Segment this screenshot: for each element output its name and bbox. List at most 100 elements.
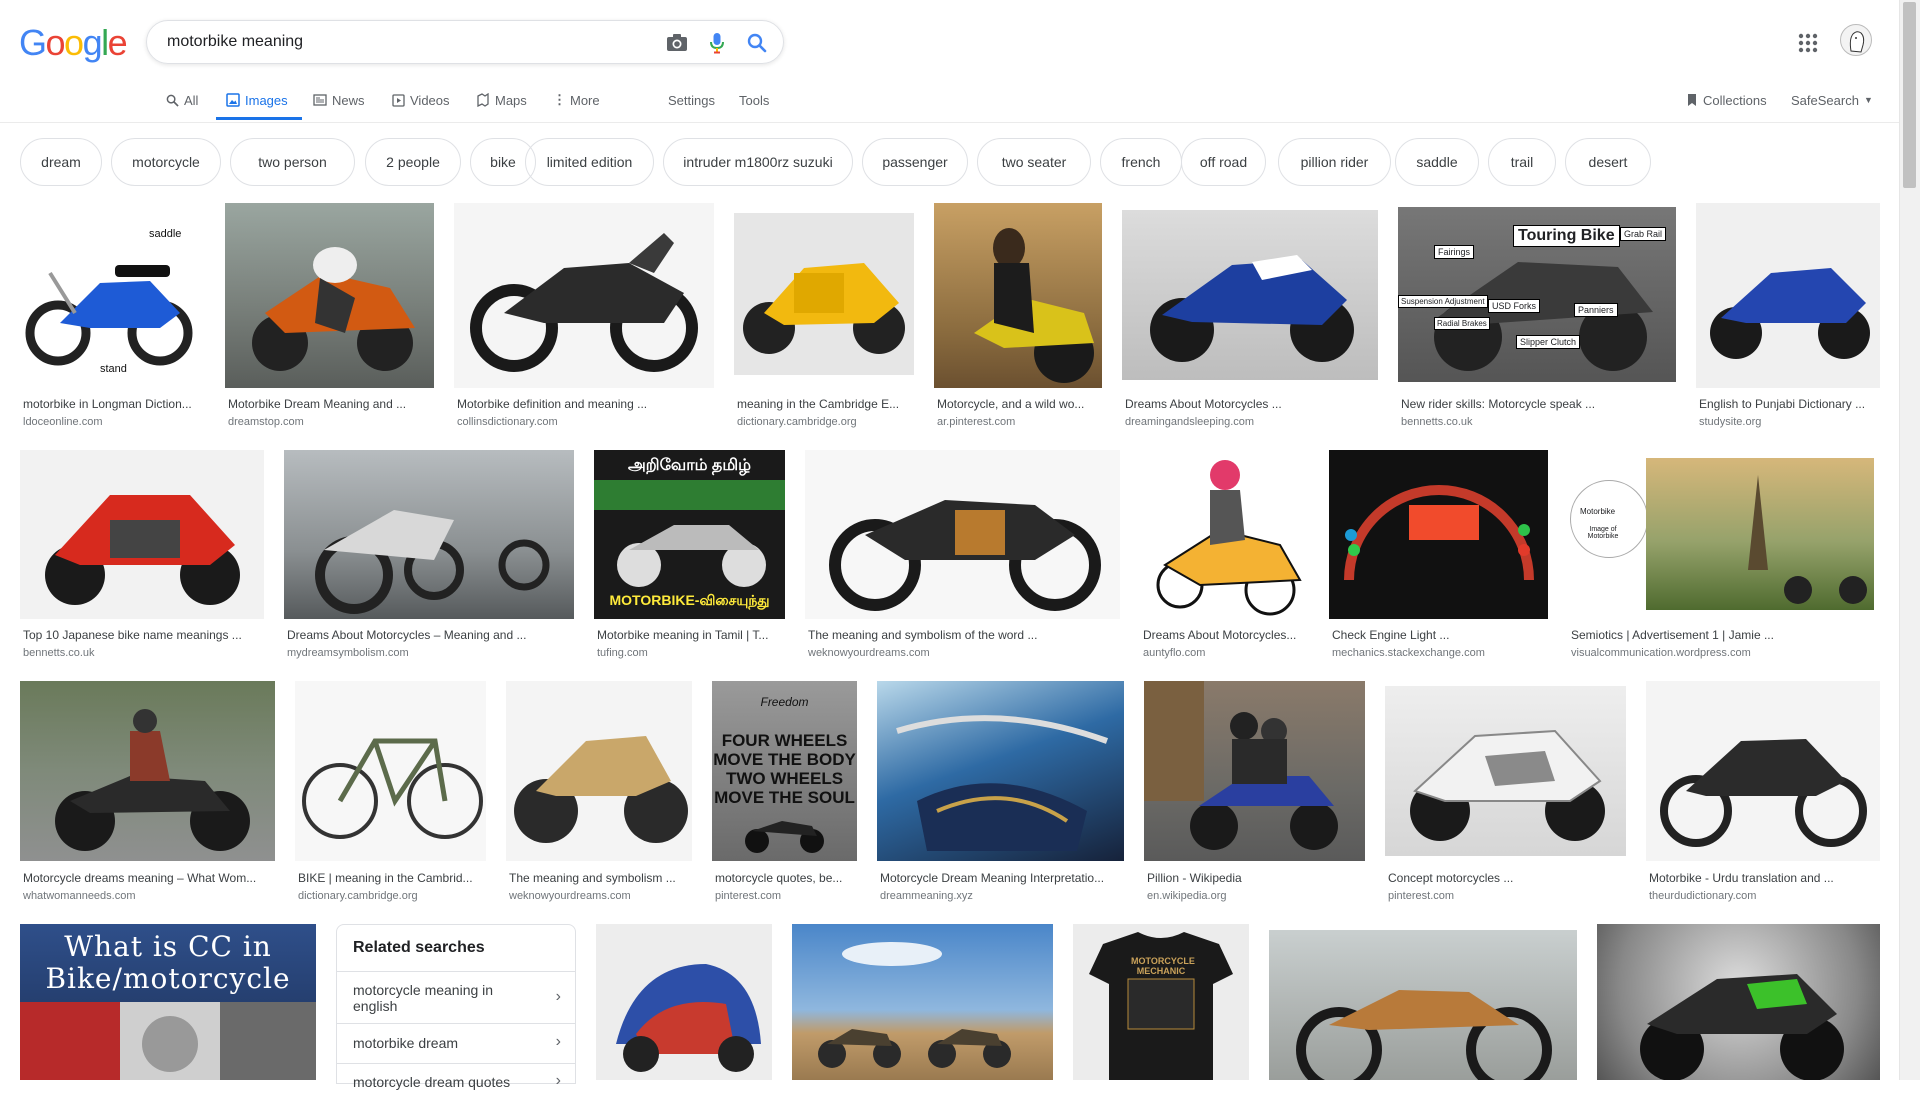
- result-source[interactable]: weknowyourdreams.com: [509, 890, 631, 902]
- result-image-motorcycle-closeup[interactable]: [877, 681, 1124, 861]
- result-image-cartoon-rider[interactable]: [1140, 450, 1309, 619]
- result-image-scrambler[interactable]: [506, 681, 692, 861]
- result-image-tamil-motorbike[interactable]: அறிவோம் தமிழ் MOTORBIKE-விசையுந்து: [594, 450, 785, 619]
- result-image-what-is-cc[interactable]: What is CC in Bike/motorcycle: [20, 924, 316, 1080]
- result-title[interactable]: The meaning and symbolism of the word ..…: [808, 628, 1118, 642]
- result-image-concept-motorcycle[interactable]: [1385, 686, 1626, 856]
- result-image-blue-bike-studio[interactable]: [1696, 203, 1880, 388]
- result-source[interactable]: auntyflo.com: [1143, 647, 1205, 659]
- microphone-icon[interactable]: [705, 31, 729, 55]
- tab-images[interactable]: Images: [226, 90, 288, 110]
- settings-link[interactable]: Settings: [668, 90, 715, 110]
- result-source[interactable]: ldoceonline.com: [23, 416, 103, 428]
- result-title[interactable]: Motorbike - Urdu translation and ...: [1649, 871, 1881, 885]
- result-title[interactable]: Semiotics | Advertisement 1 | Jamie ...: [1571, 628, 1876, 642]
- result-source[interactable]: studysite.org: [1699, 416, 1761, 428]
- related-search-item[interactable]: motorcycle dream quotes ›: [337, 1063, 575, 1104]
- scrollbar[interactable]: [1899, 0, 1920, 1080]
- chip[interactable]: trail: [1488, 138, 1556, 186]
- result-title[interactable]: Motorcycle dreams meaning – What Wom...: [23, 871, 273, 885]
- chip[interactable]: desert: [1565, 138, 1651, 186]
- result-source[interactable]: theurdudictionary.com: [1649, 890, 1756, 902]
- result-source[interactable]: tufing.com: [597, 647, 648, 659]
- result-image-bicycle[interactable]: [295, 681, 486, 861]
- result-title[interactable]: Dreams About Motorcycles – Meaning and .…: [287, 628, 572, 642]
- result-title[interactable]: Motorbike Dream Meaning and ...: [228, 397, 433, 411]
- result-title[interactable]: Top 10 Japanese bike name meanings ...: [23, 628, 263, 642]
- result-source[interactable]: weknowyourdreams.com: [808, 647, 930, 659]
- search-icon[interactable]: [745, 31, 769, 55]
- result-title[interactable]: Motorcycle, and a wild wo...: [937, 397, 1099, 411]
- result-title[interactable]: Concept motorcycles ...: [1388, 871, 1626, 885]
- result-source[interactable]: en.wikipedia.org: [1147, 890, 1227, 902]
- result-image-touring-bike-diagram[interactable]: Touring Bike Grab Rail Fairings Suspensi…: [1398, 207, 1676, 382]
- safesearch-dropdown[interactable]: SafeSearch ▼: [1791, 90, 1873, 110]
- result-source[interactable]: dreamstop.com: [228, 416, 304, 428]
- result-image-racing-bike[interactable]: [225, 203, 434, 388]
- result-source[interactable]: collinsdictionary.com: [457, 416, 558, 428]
- result-title[interactable]: Check Engine Light ...: [1332, 628, 1547, 642]
- result-image-dashboard[interactable]: [1329, 450, 1548, 619]
- result-source[interactable]: pinterest.com: [1388, 890, 1454, 902]
- result-image-red-japanese-bike[interactable]: [20, 450, 264, 619]
- chip[interactable]: pillion rider: [1278, 138, 1391, 186]
- result-image-bike-cover[interactable]: [596, 924, 772, 1080]
- tools-link[interactable]: Tools: [739, 90, 769, 110]
- chip[interactable]: saddle: [1395, 138, 1479, 186]
- chip[interactable]: two seater: [977, 138, 1091, 186]
- chip[interactable]: limited edition: [525, 138, 654, 186]
- result-title[interactable]: New rider skills: Motorcycle speak ...: [1401, 397, 1671, 411]
- result-title[interactable]: Motorcycle Dream Meaning Interpretatio..…: [880, 871, 1122, 885]
- related-search-item[interactable]: motorcycle meaning in english ›: [337, 971, 575, 1024]
- result-source[interactable]: bennetts.co.uk: [23, 647, 95, 659]
- result-source[interactable]: mechanics.stackexchange.com: [1332, 647, 1485, 659]
- camera-icon[interactable]: [665, 31, 689, 55]
- result-image-mechanic-tshirt[interactable]: MOTORCYCLE MECHANIC: [1073, 924, 1249, 1080]
- tab-more[interactable]: ⋮ More: [553, 90, 600, 110]
- result-title[interactable]: meaning in the Cambridge E...: [737, 397, 912, 411]
- chip[interactable]: passenger: [862, 138, 968, 186]
- result-image-blue-bmw[interactable]: [1122, 210, 1378, 380]
- result-title[interactable]: Motorbike definition and meaning ...: [457, 397, 712, 411]
- result-title[interactable]: Pillion - Wikipedia: [1147, 871, 1365, 885]
- result-image-custom-black-bike[interactable]: [805, 450, 1120, 619]
- result-title[interactable]: motorbike in Longman Diction...: [23, 397, 203, 411]
- result-image-rider-motorcycle[interactable]: [20, 681, 275, 861]
- result-title[interactable]: Motorbike meaning in Tamil | T...: [597, 628, 783, 642]
- result-source[interactable]: ar.pinterest.com: [937, 416, 1015, 428]
- chip[interactable]: dream: [20, 138, 102, 186]
- tab-all[interactable]: All: [166, 90, 198, 110]
- chip[interactable]: off road: [1181, 138, 1266, 186]
- chip[interactable]: french: [1100, 138, 1182, 186]
- tab-news[interactable]: News: [313, 90, 365, 110]
- account-avatar[interactable]: [1840, 24, 1872, 56]
- result-title[interactable]: Dreams About Motorcycles...: [1143, 628, 1308, 642]
- related-search-item[interactable]: motorbike dream ›: [337, 1023, 575, 1064]
- result-title[interactable]: motorcycle quotes, be...: [715, 871, 857, 885]
- result-source[interactable]: dreamingandsleeping.com: [1125, 416, 1254, 428]
- tab-videos[interactable]: Videos: [392, 90, 450, 110]
- result-source[interactable]: bennetts.co.uk: [1401, 416, 1473, 428]
- result-image-semiotics-ad[interactable]: Motorbike Image of Motorbike: [1568, 450, 1880, 619]
- result-image-pillion[interactable]: [1144, 681, 1365, 861]
- result-source[interactable]: visualcommunication.wordpress.com: [1571, 647, 1751, 659]
- result-source[interactable]: dictionary.cambridge.org: [298, 890, 418, 902]
- result-image-freedom-quote[interactable]: Freedom FOUR WHEELS MOVE THE BODY TWO WH…: [712, 681, 857, 861]
- result-image-black-sportbike[interactable]: [454, 203, 714, 388]
- chip[interactable]: two person: [230, 138, 355, 186]
- result-title[interactable]: Dreams About Motorcycles ...: [1125, 397, 1375, 411]
- search-input[interactable]: motorbike meaning: [167, 33, 303, 51]
- result-image-yellow-motorbike[interactable]: [734, 213, 914, 375]
- search-box[interactable]: motorbike meaning: [146, 20, 784, 64]
- result-image-cruiser-bikes[interactable]: [284, 450, 574, 619]
- tab-maps[interactable]: Maps: [476, 90, 527, 110]
- result-image-woman-on-motorcycle[interactable]: [934, 203, 1102, 388]
- result-image-vintage-bmw[interactable]: [1269, 930, 1577, 1080]
- result-source[interactable]: dictionary.cambridge.org: [737, 416, 857, 428]
- result-source[interactable]: whatwomanneeds.com: [23, 890, 136, 902]
- result-title[interactable]: BIKE | meaning in the Cambrid...: [298, 871, 486, 885]
- result-source[interactable]: pinterest.com: [715, 890, 781, 902]
- apps-grid-icon[interactable]: [1796, 31, 1820, 55]
- result-source[interactable]: mydreamsymbolism.com: [287, 647, 409, 659]
- result-image-urdu-motorbike[interactable]: [1646, 681, 1880, 861]
